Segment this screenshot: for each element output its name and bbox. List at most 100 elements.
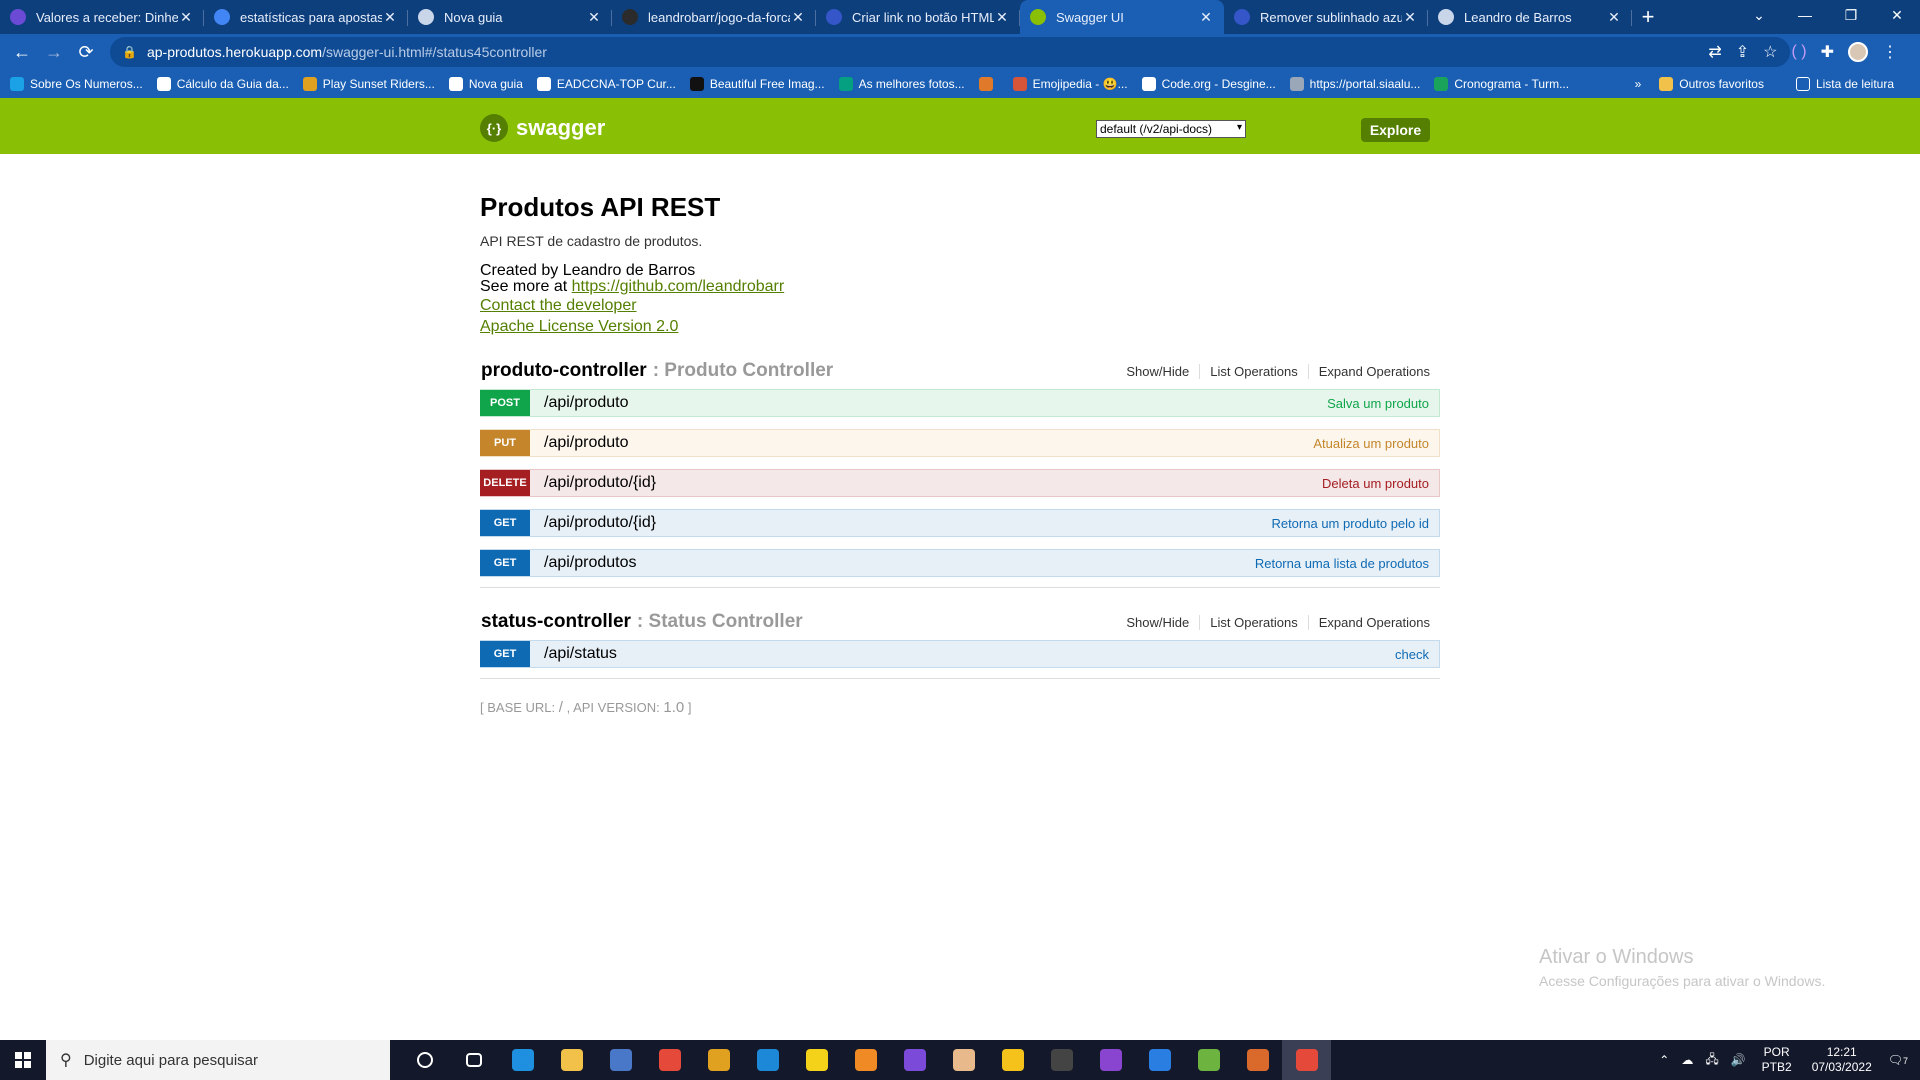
lock-icon[interactable]: 🔒: [122, 45, 137, 59]
file-explorer-icon: [560, 1049, 583, 1071]
taskbar-app-15[interactable]: [1086, 1040, 1135, 1080]
bookmark-5[interactable]: EADCCNA-TOP Cur...: [536, 77, 676, 91]
notifications-icon[interactable]: 🗨7: [1888, 1053, 1908, 1067]
avatar[interactable]: [1848, 42, 1868, 62]
taskbar-app-14[interactable]: [1037, 1040, 1086, 1080]
bookmark-12[interactable]: Cronograma - Turm...: [1434, 77, 1569, 91]
taskbar-app-12[interactable]: [939, 1040, 988, 1080]
taskbar-app-11[interactable]: [890, 1040, 939, 1080]
tray-chevron-icon[interactable]: ⌃: [1659, 1053, 1669, 1067]
taskbar-app-7[interactable]: [694, 1040, 743, 1080]
taskbar-app-6[interactable]: [645, 1040, 694, 1080]
taskbar-app-4[interactable]: [547, 1040, 596, 1080]
operation-put[interactable]: PUT/api/produto Atualiza um produto: [480, 429, 1440, 457]
bookmark-2[interactable]: Cálculo da Guia da...: [156, 77, 289, 91]
taskbar-app-10[interactable]: [841, 1040, 890, 1080]
spec-select[interactable]: default (/v2/api-docs) ▾: [1096, 120, 1246, 138]
translate-icon[interactable]: ⇄: [1708, 42, 1721, 62]
taskbar-app-1[interactable]: [400, 1040, 449, 1080]
forward-button[interactable]: →: [38, 36, 70, 68]
tab-2[interactable]: estatísticas para apostas e ✕: [204, 0, 408, 34]
reload-button[interactable]: ⟳: [70, 36, 102, 68]
bookmark-11[interactable]: https://portal.siaalu...: [1289, 77, 1420, 91]
license-link[interactable]: Apache License Version 2.0: [480, 316, 1440, 337]
taskbar-app-2[interactable]: [449, 1040, 498, 1080]
minimize-button[interactable]: —: [1782, 0, 1828, 30]
taskbar-app-9[interactable]: [792, 1040, 841, 1080]
operation-get[interactable]: GET/api/status check: [480, 640, 1440, 668]
clock[interactable]: 12:21 07/03/2022: [1812, 1045, 1872, 1075]
volume-icon[interactable]: 🔊: [1731, 1053, 1746, 1067]
close-icon[interactable]: ✕: [994, 9, 1010, 26]
operation-path: /api/produto/{id}: [544, 474, 657, 491]
close-icon[interactable]: ✕: [790, 9, 806, 26]
new-tab-button[interactable]: +: [1632, 0, 1664, 34]
extension-purple-icon[interactable]: ( ): [1791, 43, 1806, 61]
bookmark-1[interactable]: Sobre Os Numeros...: [10, 77, 143, 91]
taskbar-app-19[interactable]: [1282, 1040, 1331, 1080]
bookmark-10[interactable]: Code.org - Desgine...: [1141, 77, 1276, 91]
close-icon[interactable]: ✕: [1198, 9, 1214, 26]
tab-1[interactable]: Valores a receber: Dinheiro ✕: [0, 0, 204, 34]
created-by-text: Created by Leandro de Barros: [480, 262, 696, 279]
bookmark-4[interactable]: Nova guia: [448, 77, 523, 91]
bookmark-8[interactable]: [978, 77, 999, 91]
show-hide-link[interactable]: Show/Hide: [1116, 615, 1199, 630]
taskbar-search[interactable]: ⚲ Digite aqui para pesquisar: [46, 1040, 390, 1080]
show-hide-link[interactable]: Show/Hide: [1116, 364, 1199, 379]
language-indicator[interactable]: POR PTB2: [1762, 1045, 1792, 1075]
operation-delete[interactable]: DELETE/api/produto/{id} Deleta um produto: [480, 469, 1440, 497]
bookmark-7[interactable]: As melhores fotos...: [838, 77, 965, 91]
close-icon[interactable]: ✕: [1606, 9, 1622, 26]
address-bar[interactable]: 🔒 ap-produtos.herokuapp.com/swagger-ui.h…: [110, 37, 1790, 67]
list-operations-link[interactable]: List Operations: [1199, 614, 1307, 630]
operation-post[interactable]: POST/api/produto Salva um produto: [480, 389, 1440, 417]
swagger-logo[interactable]: {·} swagger: [480, 114, 605, 142]
expand-operations-link[interactable]: Expand Operations: [1307, 363, 1440, 379]
taskbar-app-8[interactable]: [743, 1040, 792, 1080]
taskbar-app-17[interactable]: [1184, 1040, 1233, 1080]
other-favorites[interactable]: Outros favoritos: [1659, 77, 1764, 91]
share-icon[interactable]: ⇪: [1736, 42, 1749, 62]
github-link[interactable]: https://github.com/leandrobarr: [572, 278, 785, 295]
bookmark-6[interactable]: Beautiful Free Imag...: [689, 77, 825, 91]
star-icon[interactable]: ☆: [1763, 42, 1777, 62]
tab-5[interactable]: Criar link no botão HTML ✕: [816, 0, 1020, 34]
bookmark-3[interactable]: Play Sunset Riders...: [302, 77, 435, 91]
bookmark-9[interactable]: Emojipedia - 😃...: [1012, 77, 1128, 91]
tab-8[interactable]: Leandro de Barros ✕: [1428, 0, 1632, 34]
restore-button[interactable]: ❐: [1828, 0, 1874, 30]
extensions-icon[interactable]: ✚: [1821, 42, 1834, 62]
operation-get[interactable]: GET/api/produto/{id} Retorna um produto p…: [480, 509, 1440, 537]
controller-name[interactable]: status-controller: [481, 611, 631, 633]
windows-start-button[interactable]: [0, 1040, 46, 1080]
controller-name[interactable]: produto-controller: [481, 360, 647, 382]
explore-button[interactable]: Explore: [1361, 118, 1430, 142]
bookmarks-overflow-icon[interactable]: »: [1635, 77, 1642, 91]
close-icon[interactable]: ✕: [1402, 9, 1418, 26]
close-window-button[interactable]: ✕: [1874, 0, 1920, 30]
close-icon[interactable]: ✕: [382, 9, 398, 26]
menu-icon[interactable]: ⋮: [1882, 42, 1898, 62]
taskbar-app-16[interactable]: [1135, 1040, 1184, 1080]
network-icon[interactable]: 🖧: [1705, 1050, 1718, 1071]
list-operations-link[interactable]: List Operations: [1199, 363, 1307, 379]
operation-get[interactable]: GET/api/produtos Retorna uma lista de pro…: [480, 549, 1440, 577]
tab-3[interactable]: Nova guia ✕: [408, 0, 612, 34]
taskbar-app-18[interactable]: [1233, 1040, 1282, 1080]
close-icon[interactable]: ✕: [178, 9, 194, 26]
close-icon[interactable]: ✕: [586, 9, 602, 26]
taskbar-app-13[interactable]: [988, 1040, 1037, 1080]
onedrive-icon[interactable]: ☁: [1681, 1053, 1693, 1067]
reading-list[interactable]: Lista de leitura: [1795, 77, 1894, 91]
expand-operations-link[interactable]: Expand Operations: [1307, 614, 1440, 630]
tab-7[interactable]: Remover sublinhado azul d ✕: [1224, 0, 1428, 34]
taskbar-app-5[interactable]: [596, 1040, 645, 1080]
folder-icon: [1659, 77, 1674, 91]
back-button[interactable]: ←: [6, 36, 38, 68]
contact-link[interactable]: Contact the developer: [480, 295, 1440, 316]
tab-6[interactable]: Swagger UI ✕: [1020, 0, 1224, 34]
tab-4[interactable]: leandrobarr/jogo-da-forca ✕: [612, 0, 816, 34]
tab-search-icon[interactable]: ⌄: [1736, 0, 1782, 30]
taskbar-app-3[interactable]: [498, 1040, 547, 1080]
